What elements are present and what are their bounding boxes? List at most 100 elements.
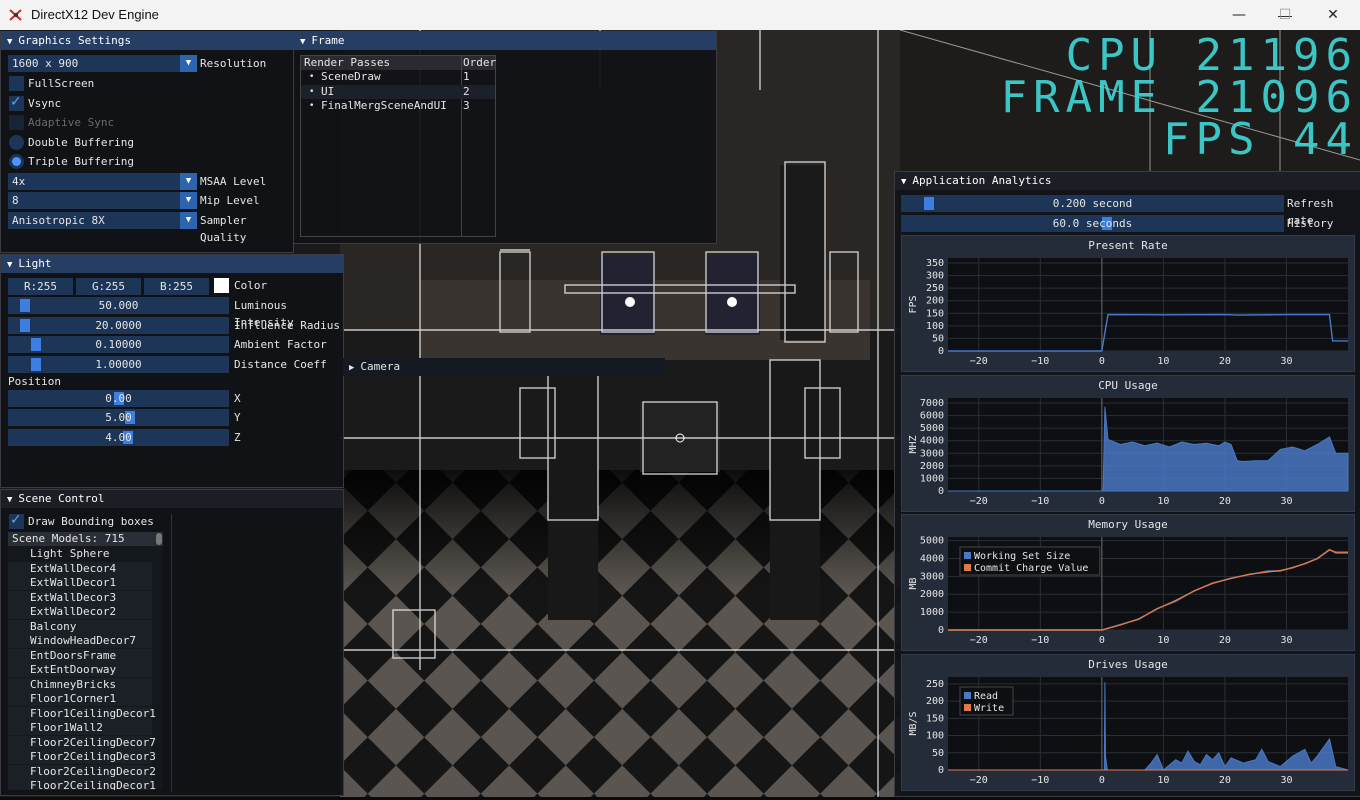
mip-combo[interactable]: 8 ▼	[8, 192, 197, 209]
distance-coeff-slider[interactable]: 1.00000	[8, 356, 229, 373]
list-item[interactable]: EntDoorsFrame	[8, 648, 152, 663]
double-buffering-radio[interactable]	[9, 135, 24, 150]
vsync-checkbox[interactable]	[9, 94, 24, 111]
expand-arrow-icon[interactable]: ▶	[349, 363, 354, 373]
resolution-combo[interactable]: 1600 x 900 ▼	[8, 55, 197, 72]
y-tick-label: 300	[926, 271, 944, 282]
fullscreen-checkbox[interactable]	[9, 76, 24, 91]
list-item[interactable]: ChimneyBricks	[8, 677, 152, 692]
y-tick-label: 350	[926, 258, 944, 269]
collapse-arrow-icon[interactable]: ▼	[901, 177, 906, 187]
history-label: History	[1287, 217, 1334, 230]
list-item[interactable]: Floor1Corner1	[8, 692, 152, 706]
maximize-button[interactable]: ☐	[1262, 0, 1308, 30]
window-title: DirectX12 Dev Engine	[31, 7, 159, 22]
msaa-combo[interactable]: 4x ▼	[8, 173, 197, 190]
position-y-slider[interactable]: 5.00	[8, 409, 229, 426]
mip-value: 8	[12, 194, 19, 207]
frame-header[interactable]: ▼ Frame	[294, 32, 716, 50]
graph-drives-usage: Drives Usage 0 50 100 150 200 250 −20 −10 0 10 20 30…	[901, 653, 1355, 791]
slider-grab[interactable]	[20, 319, 30, 332]
chevron-down-icon[interactable]: ▼	[180, 173, 197, 190]
sampler-combo[interactable]: Anisotropic 8X ▼	[8, 212, 197, 229]
collapse-arrow-icon[interactable]: ▼	[7, 495, 12, 505]
list-scrollbar[interactable]	[156, 533, 162, 545]
adaptive-sync-checkbox[interactable]	[9, 115, 24, 130]
pass-order: 3	[463, 99, 470, 112]
table-row[interactable]: • SceneDraw 1	[301, 70, 495, 84]
color-r-input[interactable]: R:255	[8, 278, 73, 295]
graphics-settings-header[interactable]: ▼ Graphics Settings	[1, 32, 293, 50]
column-header-order[interactable]: Order	[463, 56, 496, 69]
y-tick-label: 0	[938, 765, 944, 776]
slider-grab[interactable]	[923, 197, 934, 210]
color-swatch[interactable]	[214, 278, 229, 293]
y-tick-label: 2000	[920, 589, 944, 600]
collapse-arrow-icon[interactable]: ▼	[300, 37, 305, 47]
column-header-passes[interactable]: Render Passes	[304, 56, 390, 69]
frame-counter: FRAME 21096	[1000, 72, 1358, 123]
x-tick-label: 20	[1219, 775, 1231, 786]
table-row[interactable]: • FinalMergSceneAndUI 3	[301, 99, 495, 113]
scene-models-list[interactable]: Scene Models: 715 Light Sphere ExtWallDec…	[8, 532, 163, 790]
list-item[interactable]: Floor2CeilingDecor3	[8, 750, 156, 764]
y-tick-label: 3000	[920, 448, 944, 459]
y-axis-label: MB/S	[908, 711, 919, 735]
collapse-arrow-icon[interactable]: ▼	[7, 37, 12, 47]
msaa-label: MSAA Level	[200, 175, 267, 188]
plot-area	[948, 258, 1348, 351]
graph-present-rate: Present Rate 0 50 100 150 200 250 300 350 −20 −10 0…	[901, 235, 1355, 372]
color-g-input[interactable]: G:255	[76, 278, 141, 295]
legend-label: Write	[974, 703, 1004, 714]
chevron-down-icon[interactable]: ▼	[180, 55, 197, 72]
analytics-header[interactable]: ▼ Application Analytics	[895, 172, 1360, 190]
list-item[interactable]: Balcony	[8, 619, 152, 634]
list-item[interactable]: WindowHeadDecor7	[8, 634, 152, 648]
chevron-down-icon[interactable]: ▼	[180, 212, 197, 229]
graph-canvas[interactable]: 0 1000 2000 3000 4000 5000 −20 −10 0 10 20 30 MB Work…	[902, 515, 1354, 650]
scene-control-header[interactable]: ▼ Scene Control	[1, 490, 343, 508]
graph-canvas[interactable]: 0 50100 150200 250300 350 −20 −10 0 10 20 30 FPS	[902, 236, 1354, 371]
list-item[interactable]: ExtWallDecor4	[8, 561, 152, 576]
position-z-slider[interactable]: 4.00	[8, 429, 229, 446]
list-item[interactable]: Floor2CeilingDecor2	[8, 764, 156, 779]
draw-bounding-boxes-checkbox[interactable]	[9, 512, 24, 529]
list-item[interactable]: ExtWallDecor1	[8, 576, 152, 590]
slider-grab[interactable]	[20, 299, 30, 312]
minimize-button[interactable]: —	[1216, 0, 1262, 30]
list-item[interactable]: ExtWallDecor2	[8, 605, 152, 619]
influence-radius-label: Influence Radius	[234, 319, 340, 332]
slider-value: 5.00	[105, 411, 132, 424]
refresh-rate-slider[interactable]: 0.200 second	[901, 195, 1284, 212]
list-item[interactable]: Floor2CeilingDecor1	[8, 779, 156, 790]
vsync-label: Vsync	[28, 97, 62, 110]
collapse-arrow-icon[interactable]: ▼	[7, 260, 12, 270]
light-header[interactable]: ▼ Light	[1, 255, 343, 273]
graph-canvas[interactable]: 0 50 100 150 200 250 −20 −10 0 10 20 30 MB/S ReadWrit…	[902, 655, 1354, 790]
slider-grab[interactable]	[31, 358, 41, 371]
color-b-input[interactable]: B:255	[144, 278, 209, 295]
close-button[interactable]: ✕	[1310, 0, 1356, 30]
chevron-down-icon[interactable]: ▼	[180, 192, 197, 209]
slider-grab[interactable]	[31, 338, 41, 351]
table-row[interactable]: • UI 2	[301, 84, 495, 99]
camera-panel: ▶ Camera	[343, 358, 665, 376]
list-item[interactable]: Light Sphere	[8, 547, 152, 561]
legend: ReadWrite	[959, 686, 1014, 715]
y-axis-label: MHZ	[908, 435, 919, 453]
graph-canvas[interactable]: 0 1000 20003000 40005000 60007000 −20 −10 0 10 20…	[902, 376, 1354, 511]
history-slider[interactable]: 60.0 seconds	[901, 215, 1284, 232]
x-tick-label: −20	[970, 635, 988, 646]
camera-header[interactable]: ▶ Camera	[343, 358, 665, 376]
ambient-factor-slider[interactable]: 0.10000	[8, 336, 229, 353]
list-item[interactable]: Floor1CeilingDecor1	[8, 706, 156, 721]
list-item[interactable]: ExtWallDecor3	[8, 590, 152, 605]
list-item[interactable]: ExtEntDoorway	[8, 663, 152, 677]
position-x-slider[interactable]: 0.00	[8, 390, 229, 407]
influence-radius-slider[interactable]: 20.0000	[8, 317, 229, 334]
list-item[interactable]: Floor2CeilingDecor7	[8, 735, 156, 750]
light-panel: ▼ Light R:255 G:255 B:255 Color 50.000 Lu…	[0, 254, 344, 488]
list-item[interactable]: Floor1Wall2	[8, 721, 152, 735]
luminous-intensity-slider[interactable]: 50.000	[8, 297, 229, 314]
triple-buffering-radio[interactable]	[9, 154, 24, 169]
